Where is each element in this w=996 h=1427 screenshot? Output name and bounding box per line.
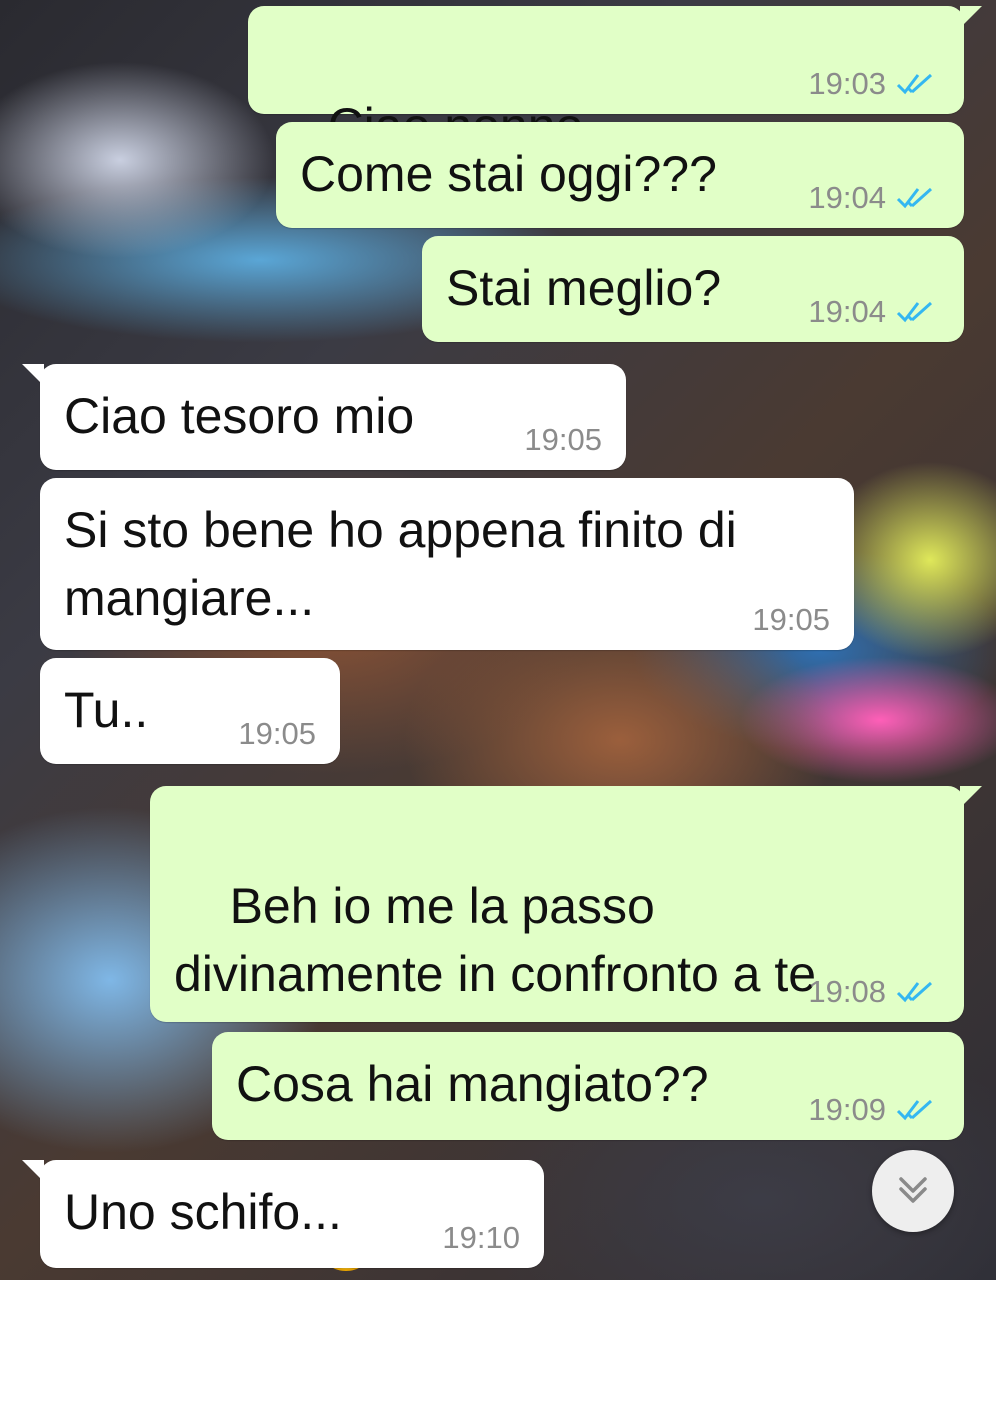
message-outgoing[interactable]: Cosa hai mangiato?? 19:09 bbox=[212, 1032, 964, 1140]
message-outgoing[interactable]: Ciao nonno 19:03 bbox=[248, 6, 982, 224]
message-meta: 19:05 bbox=[238, 716, 316, 752]
read-receipt-icon bbox=[896, 979, 940, 1005]
message-incoming[interactable]: Ciao tesoro mio 19:05 bbox=[22, 364, 626, 470]
message-meta: 19:03 bbox=[808, 66, 940, 102]
message-outgoing[interactable]: Beh io me la passo divinamente in confro… bbox=[150, 786, 982, 1271]
message-meta: 19:09 bbox=[808, 1092, 940, 1128]
message-text: Ciao tesoro mio bbox=[64, 388, 415, 444]
read-receipt-icon bbox=[896, 71, 940, 97]
read-receipt-icon bbox=[896, 185, 940, 211]
message-incoming[interactable]: Tu.. 19:05 bbox=[40, 658, 340, 764]
read-receipt-icon bbox=[896, 299, 940, 325]
chevron-double-down-icon bbox=[893, 1169, 933, 1214]
message-time: 19:04 bbox=[808, 180, 886, 215]
message-meta: 19:08 bbox=[808, 974, 940, 1010]
scroll-to-bottom-button[interactable] bbox=[872, 1150, 954, 1232]
message-time: 19:05 bbox=[524, 422, 602, 457]
message-meta: 19:04 bbox=[808, 180, 940, 216]
message-text: Cosa hai mangiato?? bbox=[236, 1056, 709, 1112]
message-meta: 19:05 bbox=[524, 422, 602, 458]
message-text-value: Beh io me la passo divinamente in confro… bbox=[174, 878, 817, 1002]
message-time: 19:05 bbox=[752, 602, 830, 637]
message-outgoing[interactable]: Stai meglio? 19:04 bbox=[422, 236, 964, 342]
message-time: 19:03 bbox=[808, 66, 886, 101]
message-time: 19:05 bbox=[238, 716, 316, 751]
message-incoming[interactable]: Si sto bene ho appena finito di mangiare… bbox=[40, 478, 854, 650]
message-time: 19:08 bbox=[808, 974, 886, 1009]
message-text: Tu.. bbox=[64, 682, 149, 738]
message-time: 19:04 bbox=[808, 294, 886, 329]
message-meta: 19:10 bbox=[442, 1220, 520, 1256]
message-text: Stai meglio? bbox=[446, 260, 722, 316]
message-time: 19:10 bbox=[442, 1220, 520, 1255]
read-receipt-icon bbox=[896, 1097, 940, 1123]
message-time: 19:09 bbox=[808, 1092, 886, 1127]
message-outgoing[interactable]: Come stai oggi??? 19:04 bbox=[276, 122, 964, 228]
message-text: Uno schifo... bbox=[64, 1184, 342, 1240]
message-text: Come stai oggi??? bbox=[300, 146, 717, 202]
message-text: Si sto bene ho appena finito di mangiare… bbox=[64, 502, 737, 626]
message-meta: 19:05 bbox=[752, 602, 830, 638]
message-incoming[interactable]: Uno schifo... 19:10 bbox=[22, 1160, 544, 1268]
message-meta: 19:04 bbox=[808, 294, 940, 330]
